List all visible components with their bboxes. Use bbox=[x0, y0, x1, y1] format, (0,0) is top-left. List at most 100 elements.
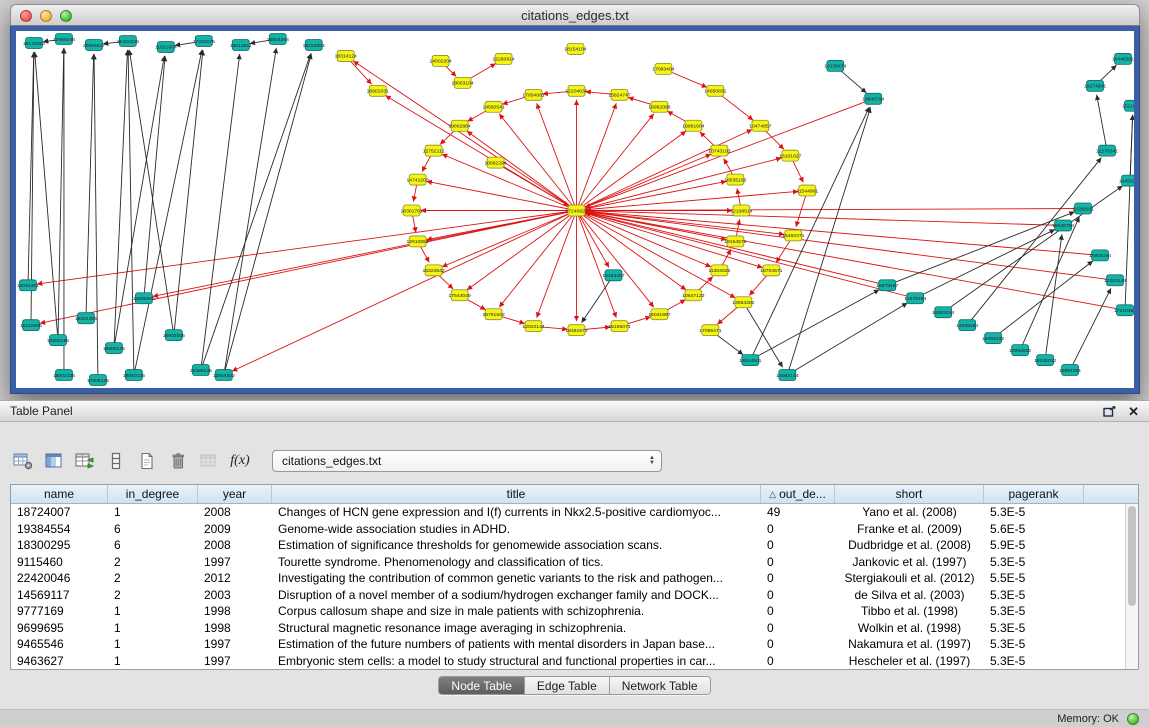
import-table-icon[interactable] bbox=[196, 448, 222, 474]
graph-node[interactable]: 17240821 bbox=[565, 205, 587, 216]
graph-node[interactable]: 20663547 bbox=[83, 39, 105, 50]
graph-edge[interactable] bbox=[576, 129, 752, 210]
graph-node[interactable]: 10928194 bbox=[1089, 250, 1111, 261]
graph-node[interactable]: 12610651 bbox=[407, 236, 429, 247]
graph-edge[interactable] bbox=[144, 56, 165, 298]
minimize-button[interactable] bbox=[40, 10, 52, 22]
function-builder-icon[interactable]: f(x) bbox=[227, 448, 253, 474]
graph-node[interactable]: 10743103 bbox=[708, 145, 730, 156]
graph-edge[interactable] bbox=[582, 275, 614, 322]
graph-node[interactable]: 16465422 bbox=[982, 333, 1004, 344]
graph-node[interactable]: 11679194 bbox=[904, 293, 926, 304]
graph-node[interactable]: 16648794 bbox=[1052, 220, 1074, 231]
graph-node[interactable]: 14945164 bbox=[956, 320, 978, 331]
graph-node[interactable]: 11810905 bbox=[20, 320, 42, 331]
graph-edge[interactable] bbox=[585, 212, 1115, 281]
graph-node[interactable]: 18120354 bbox=[23, 37, 45, 48]
graph-node[interactable]: 15994301 bbox=[1059, 365, 1081, 376]
memory-status-icon[interactable] bbox=[1127, 713, 1139, 725]
graph-edge[interactable] bbox=[201, 53, 311, 370]
float-panel-icon[interactable] bbox=[1103, 406, 1116, 417]
graph-node[interactable]: 12108514 bbox=[730, 205, 752, 216]
table-row[interactable]: 969969511998Structural magnetic resonanc… bbox=[11, 620, 1125, 637]
graph-node[interactable]: 18154104 bbox=[564, 43, 586, 54]
graph-node[interactable]: 18153304 bbox=[303, 39, 325, 50]
graph-edge[interactable] bbox=[576, 131, 686, 210]
graph-edge[interactable] bbox=[576, 181, 726, 210]
table-row[interactable]: 1830029562008Estimation of significance … bbox=[11, 537, 1125, 554]
column-header-out_degree[interactable]: △out_de... bbox=[761, 485, 835, 503]
delete-table-icon[interactable] bbox=[165, 448, 191, 474]
graph-edge[interactable] bbox=[576, 210, 616, 317]
graph-node[interactable]: 11304825 bbox=[708, 265, 730, 276]
column-header-year[interactable]: year bbox=[198, 485, 272, 503]
row-height-icon[interactable] bbox=[103, 448, 129, 474]
graph-edge[interactable] bbox=[442, 154, 577, 210]
graph-node[interactable]: 19648794 bbox=[862, 93, 884, 104]
table-row[interactable]: 946554611997Estimation of the future num… bbox=[11, 636, 1125, 653]
graph-node[interactable]: 15110354 bbox=[1122, 100, 1134, 111]
graph-edge[interactable] bbox=[537, 103, 577, 210]
graph-node[interactable]: 17544049 bbox=[448, 290, 470, 301]
graph-node[interactable]: 19245012 bbox=[1034, 355, 1056, 366]
graph-node[interactable]: 18044501 bbox=[739, 355, 761, 366]
graph-node[interactable]: 12995046 bbox=[53, 33, 75, 44]
graph-node[interactable]: 17210354 bbox=[1114, 305, 1134, 316]
graph-edge[interactable] bbox=[750, 107, 869, 360]
graph-node[interactable]: 12605195 bbox=[47, 335, 69, 346]
scrollbar-thumb[interactable] bbox=[1128, 506, 1136, 606]
graph-edge[interactable] bbox=[499, 114, 576, 211]
graph-node[interactable]: 16962096 bbox=[648, 101, 670, 112]
graph-node[interactable]: 15492371 bbox=[782, 230, 804, 241]
graph-edge[interactable] bbox=[576, 210, 653, 307]
graph-node[interactable]: 16101627 bbox=[779, 150, 801, 161]
graph-node[interactable]: 19154572 bbox=[724, 236, 746, 247]
graph-edge[interactable] bbox=[94, 54, 98, 380]
graph-node[interactable]: 18381573 bbox=[565, 325, 587, 336]
graph-edge[interactable] bbox=[58, 48, 64, 340]
graph-edge[interactable] bbox=[442, 210, 577, 266]
close-button[interactable] bbox=[20, 10, 32, 22]
graph-node[interactable]: 10992294 bbox=[484, 157, 506, 168]
graph-node[interactable]: 16791843 bbox=[482, 309, 504, 320]
tab-edge-table[interactable]: Edge Table bbox=[525, 677, 610, 694]
graph-node[interactable]: 14741203 bbox=[407, 174, 429, 185]
graph-edge[interactable] bbox=[1097, 95, 1107, 151]
graph-edge[interactable] bbox=[576, 210, 735, 297]
graph-node[interactable]: 17854061 bbox=[522, 89, 544, 100]
graph-node[interactable]: 15905135 bbox=[103, 343, 125, 354]
table-row[interactable]: 1456911722003Disruption of a novel membe… bbox=[11, 587, 1125, 604]
graph-node[interactable]: 14002204 bbox=[430, 55, 452, 66]
table-row[interactable]: 977716911998Corpus callosum shape and si… bbox=[11, 603, 1125, 620]
graph-edge[interactable] bbox=[201, 54, 240, 370]
graph-node[interactable]: 15300225 bbox=[117, 35, 139, 46]
graph-edge[interactable] bbox=[153, 210, 577, 296]
graph-node[interactable]: 11021004 bbox=[155, 41, 177, 52]
close-panel-icon[interactable]: ✕ bbox=[1128, 405, 1139, 418]
graph-node[interactable]: 12944502 bbox=[213, 370, 235, 381]
create-column-icon[interactable] bbox=[72, 448, 98, 474]
table-row[interactable]: 1938455462009Genome-wide association stu… bbox=[11, 521, 1125, 538]
graph-node[interactable]: 17095471 bbox=[699, 325, 721, 336]
graph-node[interactable]: 19861904 bbox=[682, 120, 704, 131]
show-columns-icon[interactable] bbox=[41, 448, 67, 474]
graph-edge[interactable] bbox=[585, 211, 1100, 255]
table-mode-icon[interactable] bbox=[10, 448, 36, 474]
table-row[interactable]: 911546021997Tourette syndrome. Phenomeno… bbox=[11, 554, 1125, 571]
graph-node[interactable]: 13091401 bbox=[17, 280, 39, 291]
graph-edge[interactable] bbox=[576, 158, 781, 211]
graph-node[interactable]: 18130474 bbox=[824, 60, 846, 71]
graph-edge[interactable] bbox=[993, 261, 1093, 338]
graph-edge[interactable] bbox=[1045, 234, 1062, 360]
graph-edge[interactable] bbox=[499, 210, 576, 307]
graph-node[interactable]: 16704571 bbox=[760, 265, 782, 276]
zoom-button[interactable] bbox=[60, 10, 72, 22]
graph-node[interactable]: 17093404 bbox=[652, 63, 674, 74]
tab-network-table[interactable]: Network Table bbox=[610, 677, 710, 694]
graph-node[interactable]: 19013911 bbox=[230, 39, 252, 50]
graph-node[interactable]: 14560541 bbox=[482, 101, 504, 112]
graph-node[interactable]: 10386135 bbox=[190, 365, 212, 376]
graph-node[interactable]: 16902505 bbox=[163, 330, 185, 341]
table-row[interactable]: 1872400712008Changes of HCN gene express… bbox=[11, 504, 1125, 521]
graph-node[interactable]: 12606505 bbox=[133, 293, 155, 304]
